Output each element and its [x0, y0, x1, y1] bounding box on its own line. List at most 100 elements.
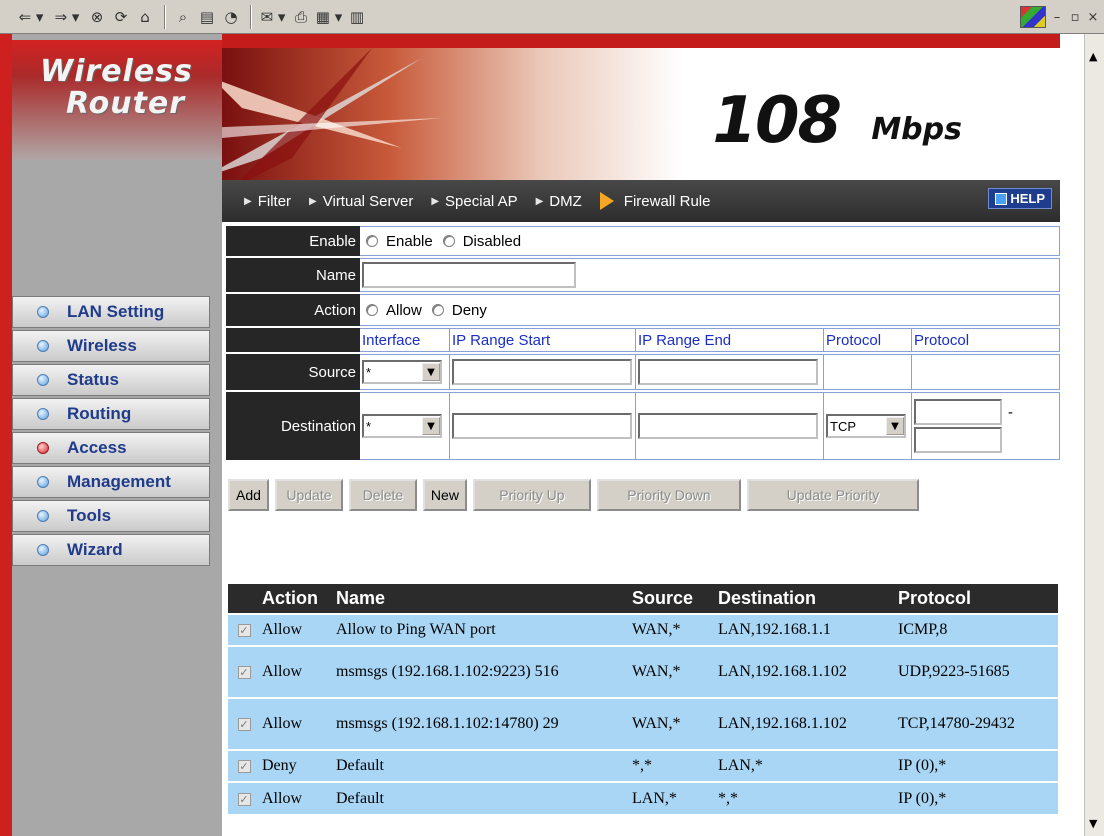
rule-enabled-checkbox[interactable]: ✓: [237, 718, 251, 731]
sidebar-item-label: Status: [67, 370, 119, 389]
disabled-radio[interactable]: [442, 235, 455, 247]
enable-radio[interactable]: [366, 235, 378, 247]
new-button[interactable]: New: [422, 479, 467, 511]
add-button[interactable]: Add: [228, 479, 269, 511]
rules-table: Action Name Source Destination Protocol …: [228, 584, 1058, 814]
cell-protocol: ICMP,8: [896, 613, 1058, 646]
sidebar-item-access[interactable]: Access: [12, 432, 210, 464]
tab-label: DMZ: [549, 192, 582, 210]
banner-speed: 108: [712, 84, 842, 158]
scrollbar[interactable]: ▲ ▼: [1084, 34, 1104, 836]
sidebar-item-routing[interactable]: Routing: [12, 398, 210, 430]
sidebar-item-status[interactable]: Status: [12, 364, 210, 396]
table-row: ✓ Deny Default *,* LAN,* IP (0),*: [228, 749, 1058, 782]
bullet-icon: [37, 544, 49, 556]
back-icon[interactable]: ⇐ ▾: [14, 6, 48, 28]
minimize-icon[interactable]: –: [1050, 10, 1064, 25]
sidebar-item-lan-setting[interactable]: LAN Setting: [12, 296, 210, 328]
port-end-input[interactable]: [914, 427, 1002, 453]
tab-label: Filter: [257, 192, 292, 210]
cell-action: Allow: [260, 781, 334, 814]
name-input[interactable]: [362, 262, 576, 288]
source-ip-start-input[interactable]: [452, 359, 632, 385]
source-interface-select[interactable]: * ▼: [362, 360, 442, 384]
deny-radio[interactable]: [431, 304, 444, 316]
delete-button[interactable]: Delete: [348, 479, 417, 511]
cell-action: Allow: [260, 645, 334, 698]
sidebar-item-wizard[interactable]: Wizard: [12, 534, 210, 566]
allow-radio[interactable]: [366, 304, 378, 316]
tab-bar: ▶ Filter ▶ Virtual Server ▶ Special AP ▶ DMZ…: [222, 180, 1060, 222]
scroll-up-icon[interactable]: ▲: [1089, 50, 1097, 63]
header-destination: Destination: [716, 584, 896, 614]
print-icon[interactable]: ⎙: [290, 6, 312, 28]
header-spacer: [226, 328, 360, 352]
banner: 108 Mbps: [222, 48, 1060, 180]
cell-protocol: IP (0),*: [896, 781, 1058, 814]
history-icon[interactable]: ◔: [220, 6, 242, 28]
favorites-icon[interactable]: ▤: [196, 6, 218, 28]
help-label: HELP: [1010, 191, 1045, 206]
tab-virtual-server[interactable]: ▶ Virtual Server: [309, 193, 413, 210]
update-priority-button[interactable]: Update Priority: [746, 479, 919, 511]
destination-protocol-select[interactable]: TCP ▼: [826, 414, 906, 438]
col-ip-range-start: IP Range Start: [450, 328, 636, 352]
sidebar-item-management[interactable]: Management: [12, 466, 210, 498]
action-label: Action: [226, 294, 360, 326]
tab-special-ap[interactable]: ▶ Special AP: [431, 193, 517, 210]
destination-label: Destination: [226, 392, 360, 460]
scroll-down-icon[interactable]: ▼: [1089, 817, 1097, 830]
tab-dmz[interactable]: ▶ DMZ: [536, 193, 582, 210]
cell-destination: LAN,192.168.1.102: [716, 645, 896, 698]
rule-enabled-checkbox[interactable]: ✓: [237, 666, 251, 679]
rule-enabled-checkbox[interactable]: ✓: [237, 760, 251, 773]
help-button[interactable]: HELP: [988, 188, 1052, 209]
table-row: ✓ Allow Allow to Ping WAN port WAN,* LAN,192…: [228, 613, 1058, 646]
select-value: *: [366, 418, 372, 434]
destination-ip-end-input[interactable]: [638, 413, 818, 439]
destination-ip-start-input[interactable]: [452, 413, 632, 439]
col-protocol-2: Protocol: [912, 328, 1060, 352]
sidebar-item-tools[interactable]: Tools: [12, 500, 210, 532]
rule-enabled-checkbox[interactable]: ✓: [237, 792, 251, 806]
dropdown-arrow-icon[interactable]: ▼: [422, 417, 440, 435]
close-icon[interactable]: ×: [1086, 10, 1100, 25]
port-start-input[interactable]: [914, 399, 1002, 425]
banner-unit: Mbps: [871, 112, 962, 147]
sidebar-item-wireless[interactable]: Wireless: [12, 330, 210, 362]
priority-up-button[interactable]: Priority Up: [472, 479, 591, 511]
tab-firewall-rule[interactable]: Firewall Rule: [599, 192, 711, 210]
tab-filter[interactable]: ▶ Filter: [244, 193, 291, 210]
cell-action: Allow: [260, 613, 334, 646]
table-row: ✓ Allow Default LAN,* *,* IP (0),*: [228, 781, 1058, 814]
source-ip-end-input[interactable]: [638, 359, 818, 385]
update-button[interactable]: Update: [274, 479, 343, 511]
dropdown-arrow-icon[interactable]: ▼: [422, 363, 440, 381]
stop-icon[interactable]: ⊗: [86, 6, 108, 28]
home-icon[interactable]: ⌂: [134, 6, 156, 28]
priority-down-button[interactable]: Priority Down: [596, 479, 741, 511]
browser-toolbar: ⇐ ▾ ⇒ ▾ ⊗ ⟳ ⌂ ⌕ ▤ ◔ ✉ ▾ ⎙ ▦ ▾ ▥ – ▫ ×: [0, 0, 1104, 34]
discuss-icon[interactable]: ▥: [346, 6, 368, 28]
rule-enabled-checkbox[interactable]: ✓: [237, 624, 251, 637]
row-checkbox-cell: ✓: [228, 613, 260, 646]
allow-option-label: Allow: [386, 301, 422, 319]
destination-interface-select[interactable]: * ▼: [362, 414, 442, 438]
select-value: TCP: [830, 418, 856, 434]
mail-icon[interactable]: ✉ ▾: [258, 6, 288, 28]
sidebar-item-label: Tools: [67, 506, 112, 525]
cell-name: Allow to Ping WAN port: [334, 613, 630, 646]
row-checkbox-cell: ✓: [228, 749, 260, 782]
name-label: Name: [226, 258, 360, 292]
forward-icon[interactable]: ⇒ ▾: [50, 6, 84, 28]
cell-source: LAN,*: [630, 781, 716, 814]
search-icon[interactable]: ⌕: [172, 6, 194, 28]
refresh-icon[interactable]: ⟳: [110, 6, 132, 28]
dropdown-arrow-icon[interactable]: ▼: [886, 417, 904, 435]
banner-burst-graphic: [222, 48, 442, 180]
restore-icon[interactable]: ▫: [1068, 10, 1082, 25]
edit-icon[interactable]: ▦ ▾: [314, 6, 344, 28]
header-action: Action: [260, 584, 334, 614]
row-checkbox-cell: ✓: [228, 697, 260, 750]
action-buttons: Add Update Delete New Priority Up Priori…: [228, 479, 919, 511]
